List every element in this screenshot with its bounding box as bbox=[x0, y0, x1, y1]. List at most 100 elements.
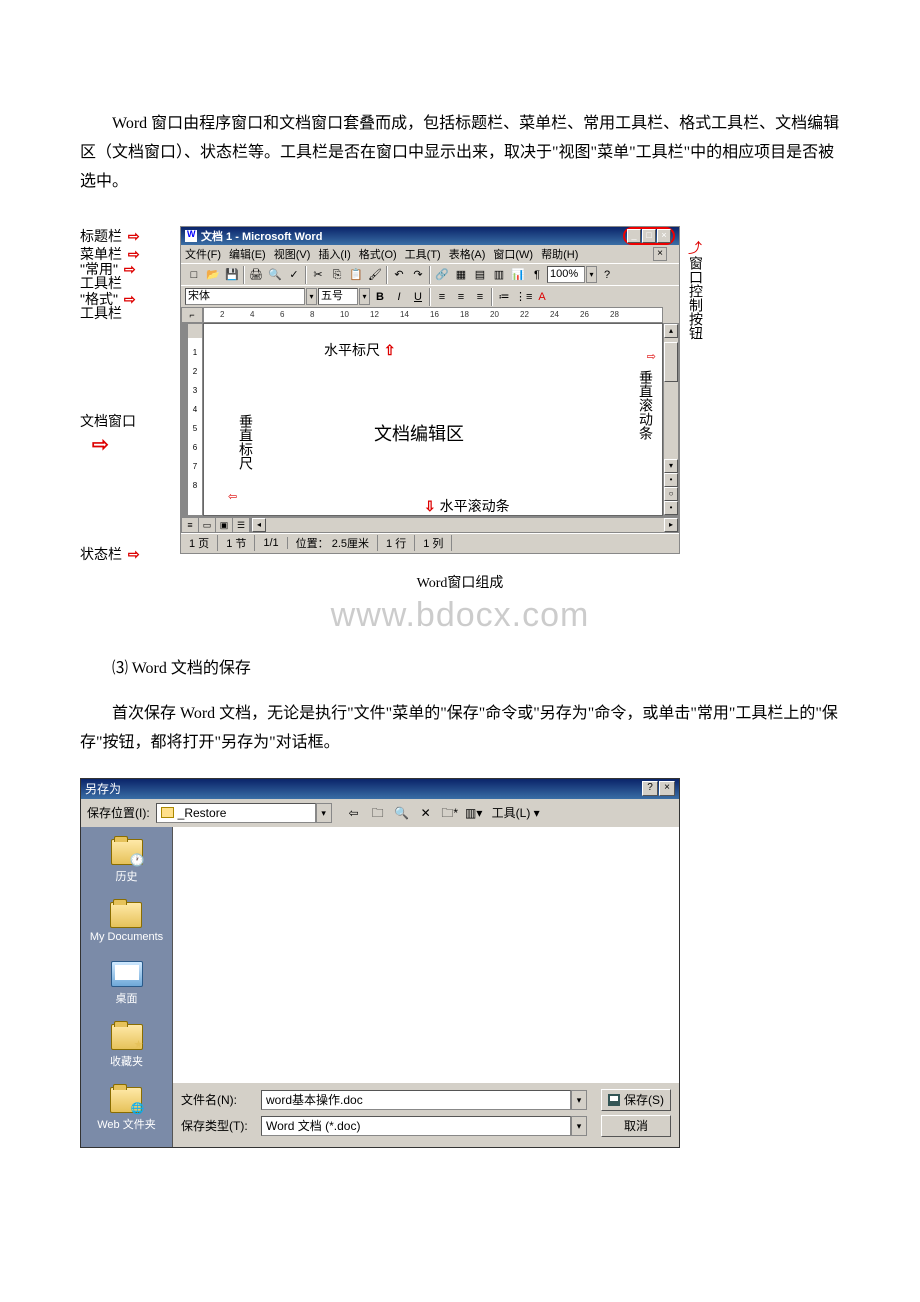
excel-icon[interactable]: ▤ bbox=[471, 266, 489, 284]
maximize-button[interactable]: □ bbox=[642, 229, 656, 243]
menu-table[interactable]: 表格(A) bbox=[449, 246, 486, 262]
print-view-icon[interactable]: ▣ bbox=[216, 518, 233, 532]
label-std-toolbar: "常用" ⇨工具栏 bbox=[80, 262, 136, 290]
menu-edit[interactable]: 编辑(E) bbox=[229, 246, 266, 262]
place-history[interactable]: 历史 bbox=[111, 839, 143, 884]
filetype-combo[interactable]: Word 文档 (*.doc) bbox=[261, 1116, 571, 1136]
file-list-area[interactable]: 文件名(N): word基本操作.doc ▾ 保存(S) 保存类型(T): Wo… bbox=[173, 827, 679, 1147]
zoom-dropdown[interactable]: ▾ bbox=[586, 266, 597, 283]
views-icon[interactable]: ▥▾ bbox=[463, 803, 485, 823]
minimize-button[interactable]: _ bbox=[627, 229, 641, 243]
document-paper[interactable]: 水平标尺 ⇧ 垂直标尺 ⇦ 文档编辑区 ⇩ 水平滚动条 垂直滚动条 ⇨ bbox=[203, 323, 663, 516]
close-button[interactable]: × bbox=[657, 229, 671, 243]
prev-page-icon[interactable]: • bbox=[664, 473, 678, 487]
arrow-left-icon: ⇦ bbox=[228, 490, 237, 503]
search-web-icon[interactable]: 🔍 bbox=[391, 803, 413, 823]
back-icon[interactable]: ⇦ bbox=[343, 803, 365, 823]
tools-menu[interactable]: 工具(L) ▾ bbox=[487, 803, 545, 823]
next-page-icon[interactable]: • bbox=[664, 501, 678, 515]
dialog-body: 历史 My Documents 桌面 收藏夹 Web 文件夹 文件名(N): w… bbox=[81, 827, 679, 1147]
scroll-down-icon[interactable]: ▾ bbox=[664, 459, 678, 473]
menu-format[interactable]: 格式(O) bbox=[359, 246, 397, 262]
fontsize-box[interactable]: 五号 bbox=[318, 288, 358, 305]
arrow-up-icon: ⇧ bbox=[384, 342, 396, 358]
columns-icon[interactable]: ▥ bbox=[490, 266, 508, 284]
link-icon[interactable]: 🔗 bbox=[433, 266, 451, 284]
cancel-button[interactable]: 取消 bbox=[601, 1115, 671, 1137]
bold-icon[interactable]: B bbox=[371, 288, 389, 306]
fontsize-dropdown[interactable]: ▾ bbox=[359, 288, 370, 305]
menu-insert[interactable]: 插入(I) bbox=[318, 246, 350, 262]
preview-icon[interactable]: 🔍 bbox=[266, 266, 284, 284]
place-mydocs[interactable]: My Documents bbox=[90, 902, 163, 943]
horizontal-ruler[interactable]: 2 4 6 8 10 12 14 16 18 20 22 24 26 28 bbox=[203, 307, 663, 323]
horizontal-scrollbar[interactable]: ◂ ▸ bbox=[251, 517, 679, 533]
align-right-icon[interactable]: ≡ bbox=[471, 288, 489, 306]
close-button[interactable]: × bbox=[659, 781, 675, 796]
place-desktop[interactable]: 桌面 bbox=[111, 961, 143, 1006]
font-box[interactable]: 宋体 bbox=[185, 288, 305, 305]
align-center-icon[interactable]: ≡ bbox=[452, 288, 470, 306]
help-button[interactable]: ? bbox=[642, 781, 658, 796]
drawing-icon[interactable]: 📊 bbox=[509, 266, 527, 284]
menu-help[interactable]: 帮助(H) bbox=[541, 246, 578, 262]
word-window: 文档 1 - Microsoft Word _ □ × 文件(F) 编辑(E) … bbox=[180, 226, 680, 554]
underline-icon[interactable]: U bbox=[409, 288, 427, 306]
menu-tools[interactable]: 工具(T) bbox=[405, 246, 441, 262]
scroll-up-icon[interactable]: ▴ bbox=[664, 324, 678, 338]
copy-icon[interactable]: ⎘ bbox=[328, 266, 346, 284]
arrow-right-icon: ⇨ bbox=[124, 292, 136, 306]
new-folder-icon[interactable]: 🗀* bbox=[439, 803, 461, 823]
paste-icon[interactable]: 📋 bbox=[347, 266, 365, 284]
map-icon[interactable]: ¶ bbox=[528, 266, 546, 284]
location-combo[interactable]: _Restore bbox=[156, 803, 316, 823]
font-color-icon[interactable]: A bbox=[533, 288, 551, 306]
document-area: 12345678 水平标尺 ⇧ 垂直标尺 ⇦ 文档编辑区 ⇩ 水平滚动条 垂直滚… bbox=[181, 323, 679, 533]
status-position: 位置： 2.5厘米 bbox=[288, 535, 378, 551]
doc-close-button[interactable]: × bbox=[653, 247, 667, 261]
align-left-icon[interactable]: ≡ bbox=[433, 288, 451, 306]
filetype-dropdown[interactable]: ▾ bbox=[571, 1116, 587, 1136]
save-icon[interactable]: 💾 bbox=[223, 266, 241, 284]
scroll-thumb[interactable] bbox=[664, 342, 678, 382]
format-painter-icon[interactable]: 🖌 bbox=[366, 266, 384, 284]
font-dropdown[interactable]: ▾ bbox=[306, 288, 317, 305]
redo-icon[interactable]: ↷ bbox=[409, 266, 427, 284]
numbered-list-icon[interactable]: ≔ bbox=[495, 288, 513, 306]
up-folder-icon[interactable]: 🗀 bbox=[367, 803, 389, 823]
web-view-icon[interactable]: ▭ bbox=[199, 518, 216, 532]
vertical-scrollbar[interactable]: ▴ ▾ • ○ • bbox=[663, 323, 679, 516]
normal-view-icon[interactable]: ≡ bbox=[182, 518, 199, 532]
section-3-heading: ⑶ Word 文档的保存 bbox=[80, 655, 840, 684]
save-button[interactable]: 保存(S) bbox=[601, 1089, 671, 1111]
bullet-list-icon[interactable]: ⋮≡ bbox=[514, 288, 532, 306]
zoom-box[interactable]: 100% bbox=[547, 266, 585, 283]
open-icon[interactable]: 📂 bbox=[204, 266, 222, 284]
place-favorites[interactable]: 收藏夹 bbox=[110, 1024, 143, 1069]
filename-dropdown[interactable]: ▾ bbox=[571, 1090, 587, 1110]
italic-icon[interactable]: I bbox=[390, 288, 408, 306]
vertical-ruler[interactable]: 12345678 bbox=[187, 323, 203, 516]
status-column: 1 列 bbox=[415, 535, 452, 551]
new-icon[interactable]: □ bbox=[185, 266, 203, 284]
dialog-titlebar: 另存为 ? × bbox=[81, 779, 679, 799]
delete-icon[interactable]: ✕ bbox=[415, 803, 437, 823]
cut-icon[interactable]: ✂ bbox=[309, 266, 327, 284]
print-icon[interactable]: 🖨 bbox=[247, 266, 265, 284]
spell-icon[interactable]: ✓ bbox=[285, 266, 303, 284]
scroll-right-icon[interactable]: ▸ bbox=[664, 518, 678, 532]
history-icon bbox=[111, 839, 143, 865]
arrow-down-icon: ⇩ bbox=[424, 498, 436, 514]
table-icon[interactable]: ▦ bbox=[452, 266, 470, 284]
undo-icon[interactable]: ↶ bbox=[390, 266, 408, 284]
scroll-left-icon[interactable]: ◂ bbox=[252, 518, 266, 532]
place-webfolders[interactable]: Web 文件夹 bbox=[97, 1087, 155, 1132]
location-dropdown[interactable]: ▾ bbox=[316, 803, 332, 823]
browse-object-icon[interactable]: ○ bbox=[664, 487, 678, 501]
menu-view[interactable]: 视图(V) bbox=[274, 246, 311, 262]
filename-input[interactable]: word基本操作.doc bbox=[261, 1090, 571, 1110]
outline-view-icon[interactable]: ☰ bbox=[233, 518, 250, 532]
menu-window[interactable]: 窗口(W) bbox=[493, 246, 533, 262]
help-icon[interactable]: ? bbox=[598, 266, 616, 284]
menu-file[interactable]: 文件(F) bbox=[185, 246, 221, 262]
